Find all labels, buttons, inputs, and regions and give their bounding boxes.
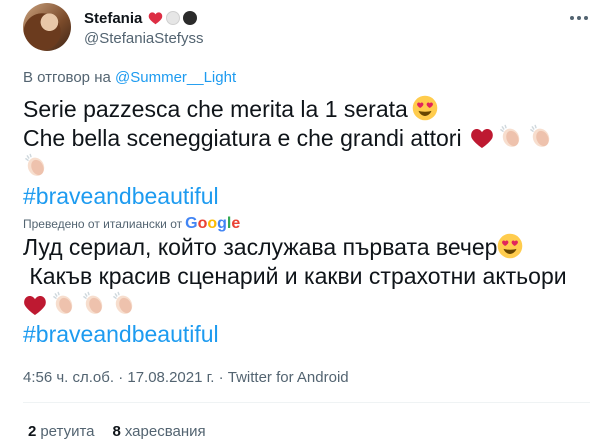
translated-line-2: Какъв красив сценарий и какви страхотни … — [23, 263, 567, 289]
divider — [23, 402, 590, 403]
tweet-line-3 — [23, 153, 593, 182]
translated-hashtag-link[interactable]: #braveandbeautiful — [23, 320, 598, 349]
tweet-line-1: Serie pazzesca che merita la 1 serata — [23, 95, 593, 124]
reply-prefix: В отговор на — [23, 69, 111, 86]
clap-emoji-icon — [83, 291, 103, 314]
red-heart-emoji-icon — [470, 129, 493, 148]
black-circle-icon — [183, 11, 198, 25]
avatar[interactable] — [23, 3, 71, 51]
tweet-text: Serie pazzesca che merita la 1 serata Ch… — [23, 95, 593, 211]
translated-line-1: Луд сериал, който заслужава първата вече… — [23, 233, 598, 262]
google-logo-icon: Google — [185, 215, 241, 232]
reply-context: В отговор на @Summer__Light — [23, 69, 236, 86]
heart-eyes-emoji-icon — [412, 95, 438, 121]
retweets-stat[interactable]: 2 ретуита — [28, 423, 95, 440]
display-name[interactable]: Stefania — [84, 10, 142, 27]
heart-eyes-emoji-icon — [498, 233, 523, 259]
author-handle[interactable]: @StefaniaStefyss — [84, 30, 203, 47]
translation-attribution: Преведено от италиански от Google — [23, 215, 240, 233]
red-heart-emoji-icon — [24, 296, 46, 315]
white-circle-icon — [166, 11, 181, 25]
tweet-line-2: Che bella sceneggiatura e che grandi att… — [23, 124, 593, 153]
translated-line-3 — [23, 291, 598, 320]
red-heart-icon — [149, 12, 163, 25]
clap-emoji-icon — [25, 153, 45, 176]
clap-emoji-icon — [53, 291, 73, 314]
reply-to-link[interactable]: @Summer__Light — [115, 69, 236, 86]
clap-emoji-icon — [113, 291, 133, 314]
engagement-stats: 2 ретуита 8 харесвания — [28, 423, 206, 440]
author-name-row[interactable]: Stefania — [84, 8, 198, 28]
more-options-icon[interactable] — [566, 8, 592, 28]
clap-emoji-icon — [529, 124, 549, 147]
clap-emoji-icon — [499, 124, 519, 147]
hashtag-link[interactable]: #braveandbeautiful — [23, 182, 593, 211]
likes-stat[interactable]: 8 харесвания — [113, 423, 206, 440]
tweet-metadata[interactable]: 4:56 ч. сл.об. · 17.08.2021 г. · Twitter… — [23, 369, 349, 386]
translated-text: Луд сериал, който заслужава първата вече… — [23, 233, 598, 349]
translation-label: Преведено от италиански от — [23, 217, 183, 231]
name-emojis — [148, 11, 198, 25]
